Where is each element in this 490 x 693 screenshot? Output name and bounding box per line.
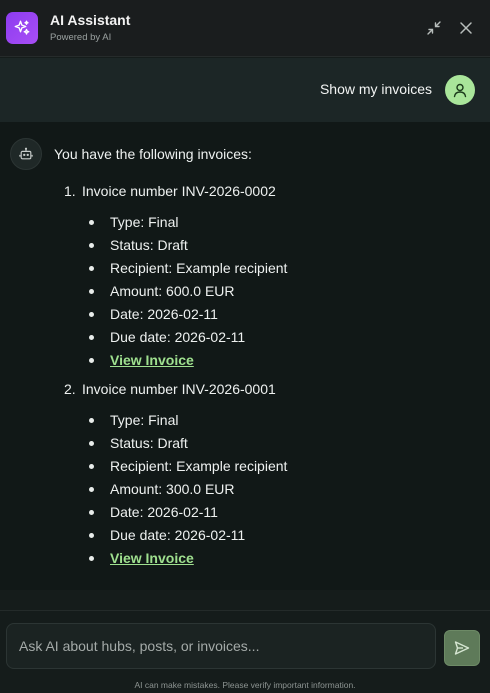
message-list[interactable]: Show my invoices You have the following … <box>0 58 490 610</box>
invoice-detail: Status: Draft <box>54 435 474 458</box>
invoice-detail: Amount: 600.0 EUR <box>54 283 474 306</box>
assistant-message: You have the following invoices: 1. Invo… <box>0 122 490 590</box>
invoice-index: 2. <box>64 381 76 397</box>
invoice-index: 1. <box>64 183 76 199</box>
close-icon <box>460 22 472 34</box>
minimize-icon <box>427 21 441 35</box>
view-invoice-link[interactable]: View Invoice <box>110 550 194 566</box>
invoice-detail: Status: Draft <box>54 237 474 260</box>
invoice-detail: Type: Final <box>54 412 474 435</box>
invoice-detail: Type: Final <box>54 214 474 237</box>
invoice-detail: Due date: 2026-02-11 <box>54 329 474 352</box>
invoice-detail: Recipient: Example recipient <box>54 458 474 481</box>
invoice-detail: Due date: 2026-02-11 <box>54 527 474 550</box>
minimize-button[interactable] <box>423 17 445 39</box>
send-icon <box>454 641 470 655</box>
invoice-item: 1. Invoice number INV-2026-0002 Type: Fi… <box>54 183 474 375</box>
invoice-detail: Date: 2026-02-11 <box>54 504 474 527</box>
sparkles-icon <box>6 12 38 44</box>
composer: AI can make mistakes. Please verify impo… <box>0 611 490 693</box>
invoice-item: 2. Invoice number INV-2026-0001 Type: Fi… <box>54 381 474 573</box>
user-message-text: Show my invoices <box>319 81 432 97</box>
bot-icon <box>19 147 33 160</box>
user-icon <box>453 83 467 98</box>
chat-header: AI Assistant Powered by AI <box>0 0 490 57</box>
app-title: AI Assistant <box>50 12 131 28</box>
invoice-link-row: View Invoice <box>54 550 474 573</box>
invoice-title-row: 1. Invoice number INV-2026-0002 <box>54 183 474 206</box>
close-button[interactable] <box>455 17 477 39</box>
chat-input[interactable] <box>6 623 436 669</box>
invoice-detail: Date: 2026-02-11 <box>54 306 474 329</box>
invoice-detail: Amount: 300.0 EUR <box>54 481 474 504</box>
invoice-title: Invoice number INV-2026-0001 <box>82 381 276 397</box>
view-invoice-link[interactable]: View Invoice <box>110 352 194 368</box>
user-avatar <box>445 75 475 105</box>
invoice-title: Invoice number INV-2026-0002 <box>82 183 276 199</box>
user-message: Show my invoices <box>0 58 490 122</box>
disclaimer-text: AI can make mistakes. Please verify impo… <box>134 680 356 690</box>
invoice-link-row: View Invoice <box>54 352 474 375</box>
send-button[interactable] <box>444 630 480 666</box>
bot-avatar <box>10 138 42 170</box>
invoice-detail: Recipient: Example recipient <box>54 260 474 283</box>
app-subtitle: Powered by AI <box>50 32 112 43</box>
assistant-intro: You have the following invoices: <box>54 146 252 162</box>
invoice-title-row: 2. Invoice number INV-2026-0001 <box>54 381 474 404</box>
